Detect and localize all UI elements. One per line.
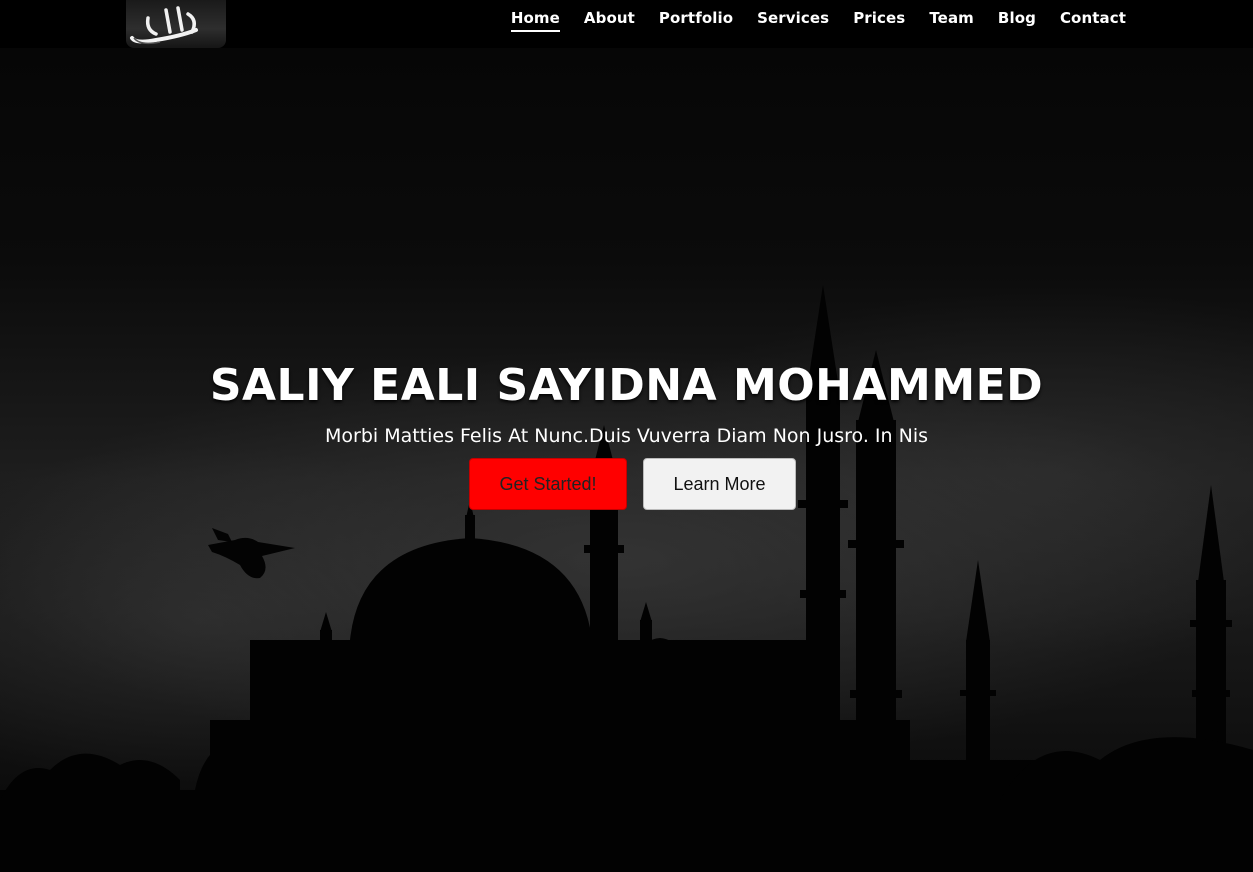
nav-home[interactable]: Home (510, 3, 560, 33)
calligraphy-logo-icon (130, 6, 198, 45)
learn-more-button[interactable]: Learn More (643, 458, 796, 510)
hero-subtitle: Morbi Matties Felis At Nunc.Duis Vuverra… (324, 425, 928, 447)
nav-blog[interactable]: Blog (998, 3, 1036, 33)
hero-section: SALIY EALI SAYIDNA MOHAMMED Morbi Mattie… (0, 360, 1253, 510)
nav-team[interactable]: Team (929, 3, 974, 33)
bird-silhouette (208, 528, 295, 579)
main-nav: Home About Portfolio Services Prices Tea… (510, 0, 1126, 36)
nav-services[interactable]: Services (757, 3, 829, 33)
top-navigation-bar: Home About Portfolio Services Prices Tea… (0, 0, 1253, 48)
logo[interactable] (126, 0, 226, 48)
hero-buttons: Get Started! Learn More (0, 458, 1253, 510)
nav-about[interactable]: About (584, 3, 635, 33)
nav-portfolio[interactable]: Portfolio (659, 3, 733, 33)
get-started-button[interactable]: Get Started! (469, 458, 627, 510)
nav-prices[interactable]: Prices (853, 3, 905, 33)
landing-page: Home About Portfolio Services Prices Tea… (0, 0, 1253, 872)
hero-title: SALIY EALI SAYIDNA MOHAMMED (209, 360, 1044, 411)
nav-contact[interactable]: Contact (1060, 3, 1126, 33)
